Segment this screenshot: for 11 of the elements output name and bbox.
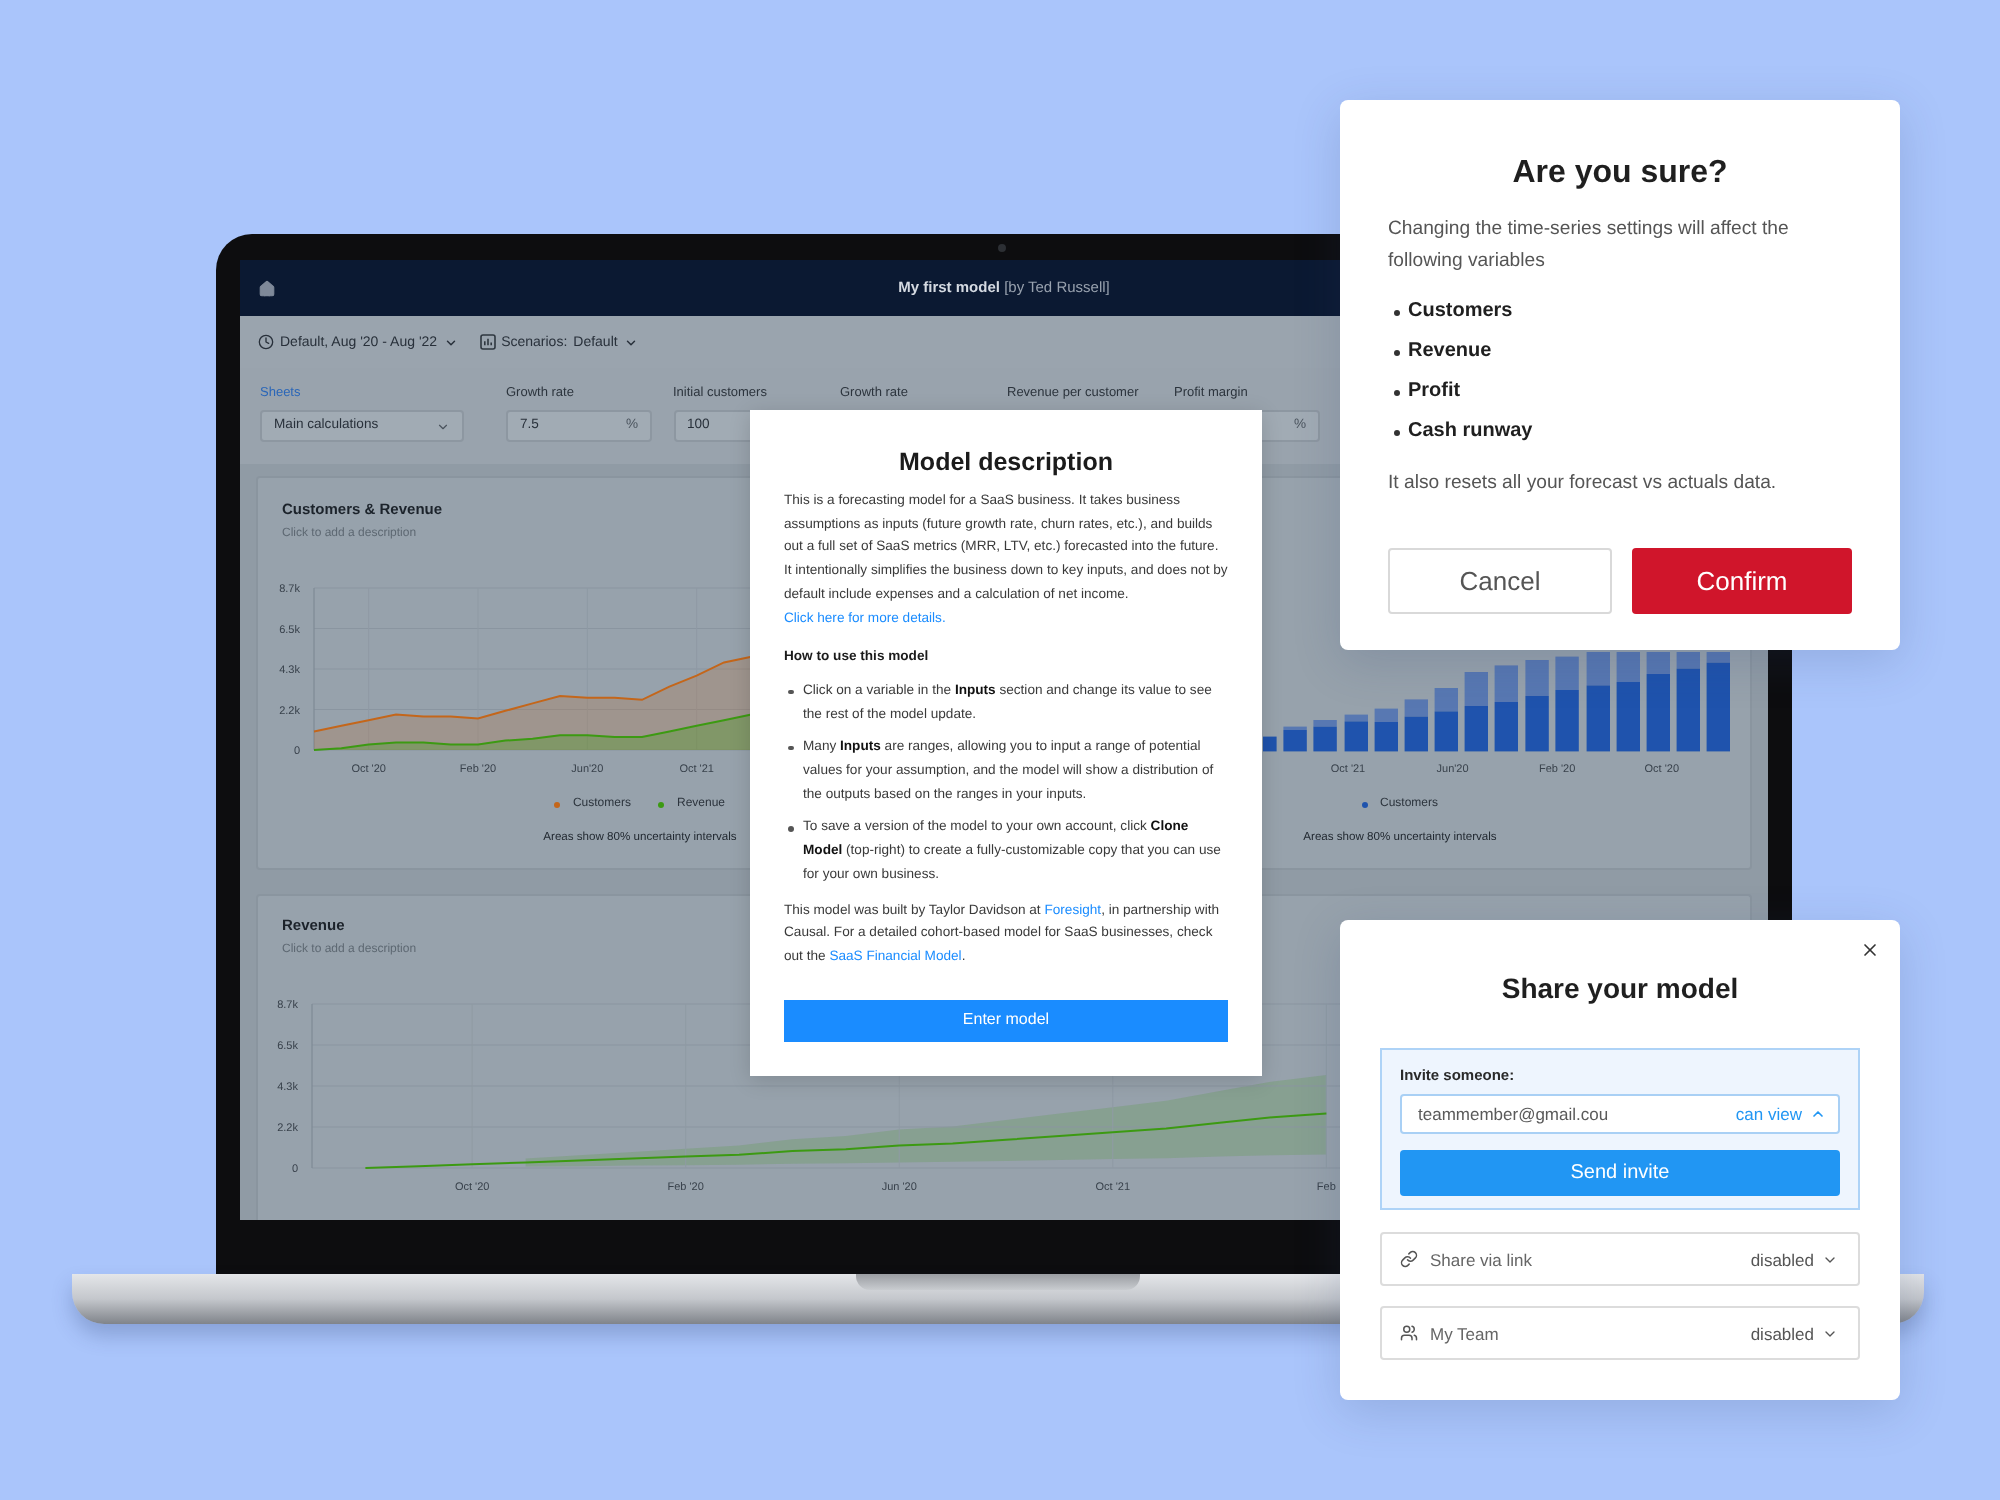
option-label: Share via link [1430,1249,1533,1269]
dialog-title: Share your model [1501,970,1739,1008]
dialog-message: Changing the time-series settings will affect the following variables [1388,216,1791,276]
variable-name: Customers [1408,300,1513,324]
variable-name: Profit [1408,380,1461,404]
dialog-title: Are you sure? [1512,154,1728,194]
variable-name: Revenue [1408,340,1492,364]
variable-name: Cash runway [1408,420,1533,444]
dialog-title: Model description [899,446,1113,480]
option-label: My Team [1430,1323,1499,1343]
dialog-footnote: It also resets all your forecast vs actuals data. [1388,470,1779,498]
